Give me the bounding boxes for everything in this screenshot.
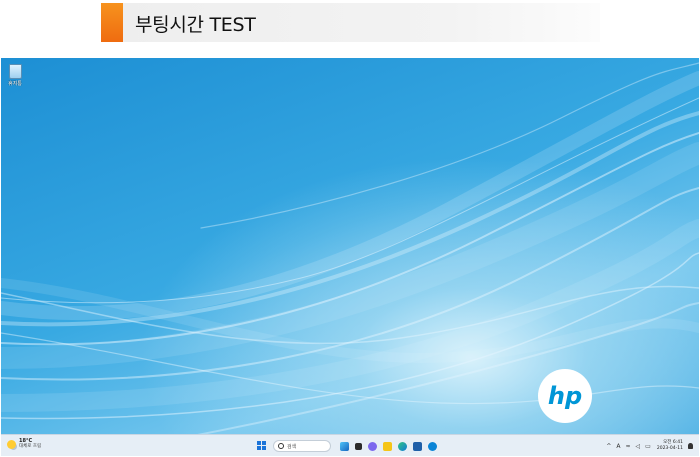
desktop-icon-recycle-bin[interactable]: 휴지통 [5,63,25,89]
chevron-up-icon[interactable]: ^ [606,443,611,450]
task-view-icon[interactable] [355,442,362,450]
hp-logo: hp [538,369,592,423]
taskbar-center: 검색 [257,438,440,454]
help-icon[interactable] [428,441,437,451]
taskbar-search-box[interactable]: 검색 [273,440,331,452]
widgets-icon[interactable] [340,441,349,451]
ime-indicator[interactable]: A [616,443,620,450]
desktop-screen[interactable]: 휴지통 hp 18°C 대체로 흐림 검색 ^ A ≈ ◁ ▭ 오전 6:41 … [1,58,699,456]
edge-icon[interactable] [398,441,407,451]
header-banner: 부팅시간 TEST [101,3,600,42]
weather-widget[interactable]: 18°C 대체로 흐림 [7,438,41,450]
start-button[interactable] [257,441,267,451]
hp-logo-text: hp [548,382,582,410]
wallpaper-waves [1,62,699,456]
wifi-icon[interactable]: ≈ [626,443,631,450]
recycle-bin-icon [8,64,22,79]
chat-icon[interactable] [368,441,377,451]
desktop-icon-label: 휴지통 [8,81,22,87]
partly-cloudy-icon [7,439,16,449]
taskbar: 18°C 대체로 흐림 검색 ^ A ≈ ◁ ▭ 오전 6:41 2023-04… [1,434,699,456]
file-explorer-icon[interactable] [383,441,392,451]
banner-accent-bar [101,3,123,42]
taskbar-clock[interactable]: 오전 6:41 2023-04-11 [657,440,683,452]
system-tray: ^ A ≈ ◁ ▭ 오전 6:41 2023-04-11 [601,438,693,454]
page-title: 부팅시간 TEST [135,14,256,36]
notification-icon[interactable] [688,443,693,449]
store-icon[interactable] [413,441,422,451]
volume-icon[interactable]: ◁ [636,443,641,450]
search-placeholder: 검색 [287,443,297,450]
battery-icon[interactable]: ▭ [645,443,651,450]
clock-date: 2023-04-11 [656,446,683,451]
weather-condition: 대체로 흐림 [19,444,42,449]
search-icon [278,443,284,449]
